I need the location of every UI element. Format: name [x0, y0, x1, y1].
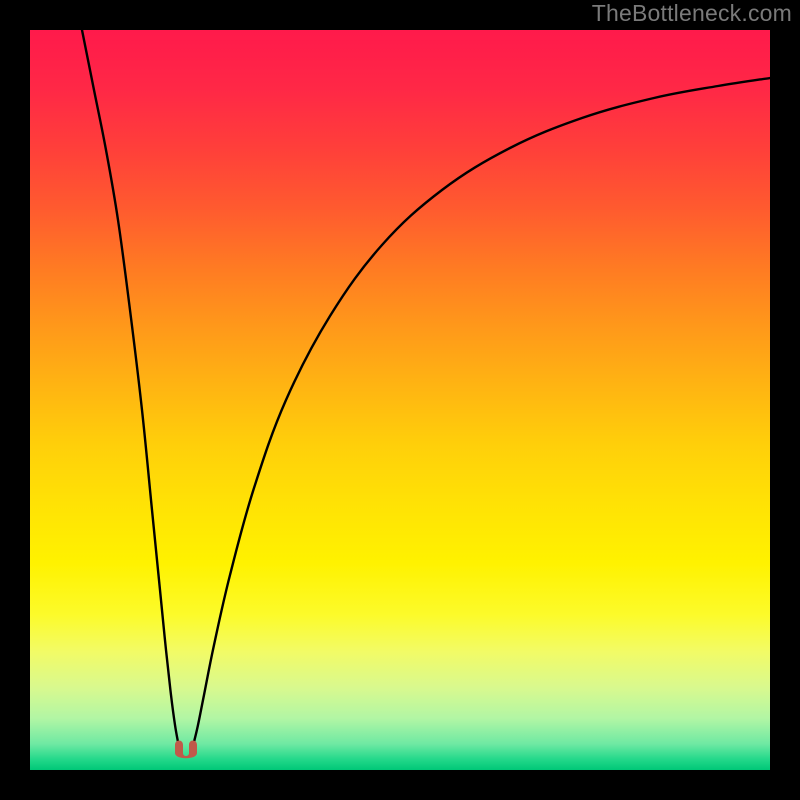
stage: TheBottleneck.com — [0, 0, 800, 800]
heat-gradient — [30, 30, 770, 770]
watermark-text: TheBottleneck.com — [592, 0, 792, 27]
plot-area — [30, 30, 770, 770]
